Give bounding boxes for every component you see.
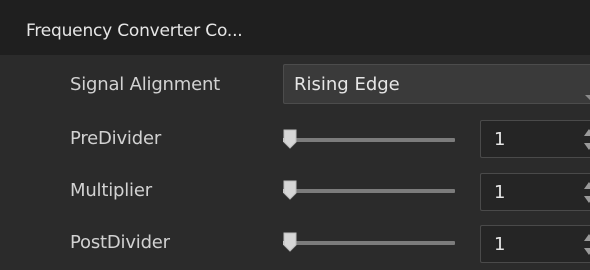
- arrow-down-icon: [584, 248, 590, 255]
- chevron-down-icon: [585, 95, 590, 100]
- signal-alignment-dropdown[interactable]: Rising Edge: [283, 64, 590, 104]
- arrow-down-icon: [584, 143, 590, 150]
- postdiv-slider[interactable]: [283, 232, 455, 252]
- multiplier-spinbox[interactable]: 1: [480, 173, 590, 211]
- panel-header[interactable]: Frequency Converter Co...: [0, 0, 590, 55]
- signal-alignment-label: Signal Alignment: [70, 74, 221, 95]
- frequency-converter-panel: Frequency Converter Co... Signal Alignme…: [0, 0, 590, 270]
- slider-thumb-icon[interactable]: [283, 129, 297, 149]
- postdiv-spinbox[interactable]: 1: [480, 225, 590, 263]
- arrow-up-icon: [584, 182, 590, 189]
- prediv-spinbox[interactable]: 1: [480, 120, 590, 158]
- signal-alignment-value: Rising Edge: [294, 74, 400, 95]
- slider-thumb-icon[interactable]: [283, 232, 297, 252]
- panel-title: Frequency Converter Co...: [26, 21, 243, 41]
- prediv-label: PreDivider: [70, 128, 162, 149]
- multiplier-value: 1: [494, 182, 506, 203]
- prediv-slider-track: [283, 138, 455, 142]
- postdiv-label: PostDivider: [70, 232, 170, 253]
- multiplier-label: Multiplier: [70, 180, 152, 201]
- postdiv-value: 1: [494, 234, 506, 255]
- prediv-slider[interactable]: [283, 129, 455, 149]
- arrow-up-icon: [584, 129, 590, 136]
- spin-arrows-icon[interactable]: [584, 231, 590, 259]
- multiplier-slider-track: [283, 189, 455, 193]
- postdiv-slider-track: [283, 241, 455, 245]
- slider-thumb-icon[interactable]: [283, 180, 297, 200]
- multiplier-slider[interactable]: [283, 180, 455, 200]
- prediv-value: 1: [494, 129, 506, 150]
- spin-arrows-icon[interactable]: [584, 179, 590, 207]
- spin-arrows-icon[interactable]: [584, 126, 590, 154]
- arrow-up-icon: [584, 234, 590, 241]
- arrow-down-icon: [584, 196, 590, 203]
